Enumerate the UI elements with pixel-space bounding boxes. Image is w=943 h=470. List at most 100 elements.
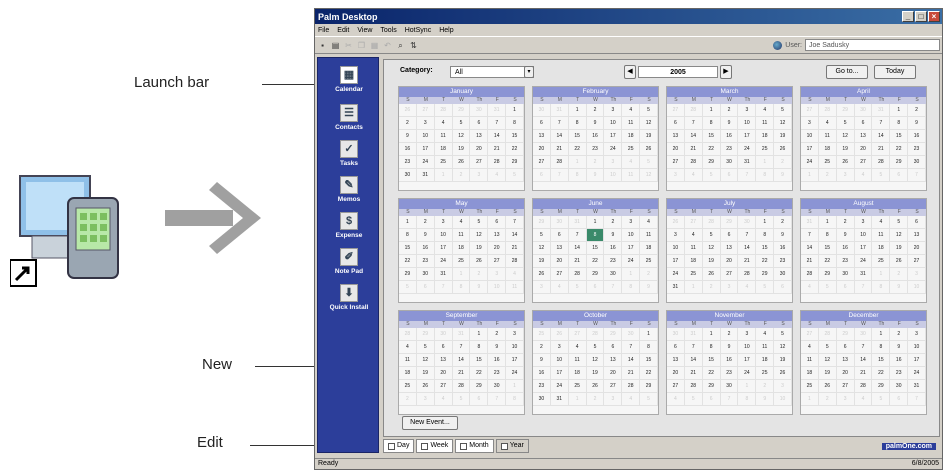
day-cell[interactable]: 29 [702, 156, 721, 169]
day-cell[interactable]: 27 [801, 104, 819, 117]
day-cell[interactable]: 2 [836, 216, 855, 229]
day-cell[interactable]: 4 [640, 216, 658, 229]
day-cell[interactable]: 4 [550, 281, 569, 294]
day-cell[interactable]: 2 [604, 216, 623, 229]
day-cell[interactable]: 19 [452, 143, 471, 156]
day-cell[interactable]: 17 [622, 242, 641, 255]
day-cell[interactable]: 9 [720, 117, 739, 130]
day-cell[interactable]: 27 [720, 268, 739, 281]
day-cell[interactable]: 9 [890, 341, 909, 354]
day-cell[interactable]: 1 [568, 393, 587, 406]
day-cell[interactable]: 12 [890, 229, 909, 242]
day-cell[interactable]: 10 [774, 393, 792, 406]
day-cell[interactable]: 19 [640, 130, 658, 143]
launch-calendar[interactable]: ▦ Calendar [318, 66, 380, 93]
day-cell[interactable]: 25 [872, 255, 891, 268]
day-cell[interactable]: 25 [568, 380, 587, 393]
day-cell[interactable]: 2 [756, 380, 775, 393]
day-cell[interactable]: 13 [550, 242, 569, 255]
day-cell[interactable]: 13 [908, 229, 926, 242]
day-cell[interactable]: 26 [416, 380, 435, 393]
day-cell[interactable]: 5 [533, 229, 551, 242]
day-cell[interactable]: 17 [801, 143, 819, 156]
day-cell[interactable]: 14 [550, 130, 569, 143]
day-cell[interactable]: 15 [818, 242, 837, 255]
day-cell[interactable]: 10 [604, 117, 623, 130]
day-cell[interactable]: 27 [836, 380, 855, 393]
day-cell[interactable]: 6 [550, 229, 569, 242]
day-cell[interactable]: 1 [470, 328, 489, 341]
day-cell[interactable]: 2 [720, 104, 739, 117]
day-cell[interactable]: 30 [416, 268, 435, 281]
day-cell[interactable]: 22 [640, 367, 658, 380]
day-cell[interactable]: 9 [586, 117, 605, 130]
day-cell[interactable]: 3 [622, 216, 641, 229]
day-cell[interactable]: 27 [434, 380, 453, 393]
day-cell[interactable]: 14 [801, 242, 819, 255]
day-cell[interactable]: 8 [506, 393, 524, 406]
day-cell[interactable]: 28 [622, 380, 641, 393]
day-cell[interactable]: 26 [470, 255, 489, 268]
day-cell[interactable]: 7 [801, 229, 819, 242]
day-cell[interactable]: 29 [818, 268, 837, 281]
day-cell[interactable]: 22 [818, 255, 837, 268]
day-cell[interactable]: 6 [667, 341, 685, 354]
day-cell[interactable]: 15 [702, 354, 721, 367]
day-cell[interactable]: 2 [399, 117, 417, 130]
day-cell[interactable]: 10 [908, 281, 926, 294]
day-cell[interactable]: 12 [586, 354, 605, 367]
day-cell[interactable]: 11 [506, 281, 524, 294]
menu-view[interactable]: View [357, 27, 372, 34]
day-cell[interactable]: 3 [550, 341, 569, 354]
menu-hotsync[interactable]: HotSync [405, 27, 431, 34]
day-cell[interactable]: 2 [470, 268, 489, 281]
day-cell[interactable]: 13 [854, 130, 873, 143]
day-cell[interactable]: 27 [854, 156, 873, 169]
day-cell[interactable]: 6 [470, 117, 489, 130]
menu-help[interactable]: Help [439, 27, 453, 34]
day-cell[interactable]: 1 [756, 216, 775, 229]
day-cell[interactable]: 11 [452, 229, 471, 242]
day-cell[interactable]: 23 [720, 143, 739, 156]
day-cell[interactable]: 5 [684, 393, 703, 406]
day-cell[interactable]: 18 [756, 354, 775, 367]
day-cell[interactable]: 4 [506, 268, 524, 281]
day-cell[interactable]: 7 [488, 117, 507, 130]
day-cell[interactable]: 11 [756, 341, 775, 354]
day-cell[interactable]: 1 [818, 216, 837, 229]
day-cell[interactable]: 15 [399, 242, 417, 255]
new-event-button[interactable]: New Event... [402, 416, 458, 430]
menu-tools[interactable]: Tools [380, 27, 396, 34]
day-cell[interactable]: 5 [568, 281, 587, 294]
day-cell[interactable]: 28 [586, 328, 605, 341]
day-cell[interactable]: 9 [756, 393, 775, 406]
day-cell[interactable]: 31 [568, 216, 587, 229]
day-cell[interactable]: 5 [640, 156, 658, 169]
day-cell[interactable]: 17 [667, 255, 685, 268]
day-cell[interactable]: 21 [506, 242, 524, 255]
day-cell[interactable]: 9 [586, 169, 605, 182]
launch-tasks[interactable]: ✓ Tasks [318, 140, 380, 167]
day-cell[interactable]: 28 [872, 156, 891, 169]
day-cell[interactable]: 6 [533, 169, 551, 182]
day-cell[interactable]: 24 [550, 380, 569, 393]
day-cell[interactable]: 7 [738, 229, 757, 242]
day-cell[interactable]: 3 [908, 268, 926, 281]
day-cell[interactable]: 24 [416, 156, 435, 169]
day-cell[interactable]: 2 [586, 104, 605, 117]
month-title[interactable]: February [533, 87, 658, 97]
day-cell[interactable]: 6 [533, 117, 551, 130]
day-cell[interactable]: 4 [452, 216, 471, 229]
day-cell[interactable]: 23 [836, 255, 855, 268]
day-cell[interactable]: 16 [720, 130, 739, 143]
launch-memos[interactable]: ✎ Memos [318, 176, 380, 203]
day-cell[interactable]: 10 [622, 229, 641, 242]
day-cell[interactable]: 24 [506, 367, 524, 380]
day-cell[interactable]: 27 [667, 156, 685, 169]
day-cell[interactable]: 24 [908, 367, 926, 380]
day-cell[interactable]: 5 [470, 216, 489, 229]
day-cell[interactable]: 11 [399, 354, 417, 367]
day-cell[interactable]: 29 [872, 380, 891, 393]
day-cell[interactable]: 10 [854, 229, 873, 242]
paste-icon[interactable]: ▦ [370, 41, 379, 50]
